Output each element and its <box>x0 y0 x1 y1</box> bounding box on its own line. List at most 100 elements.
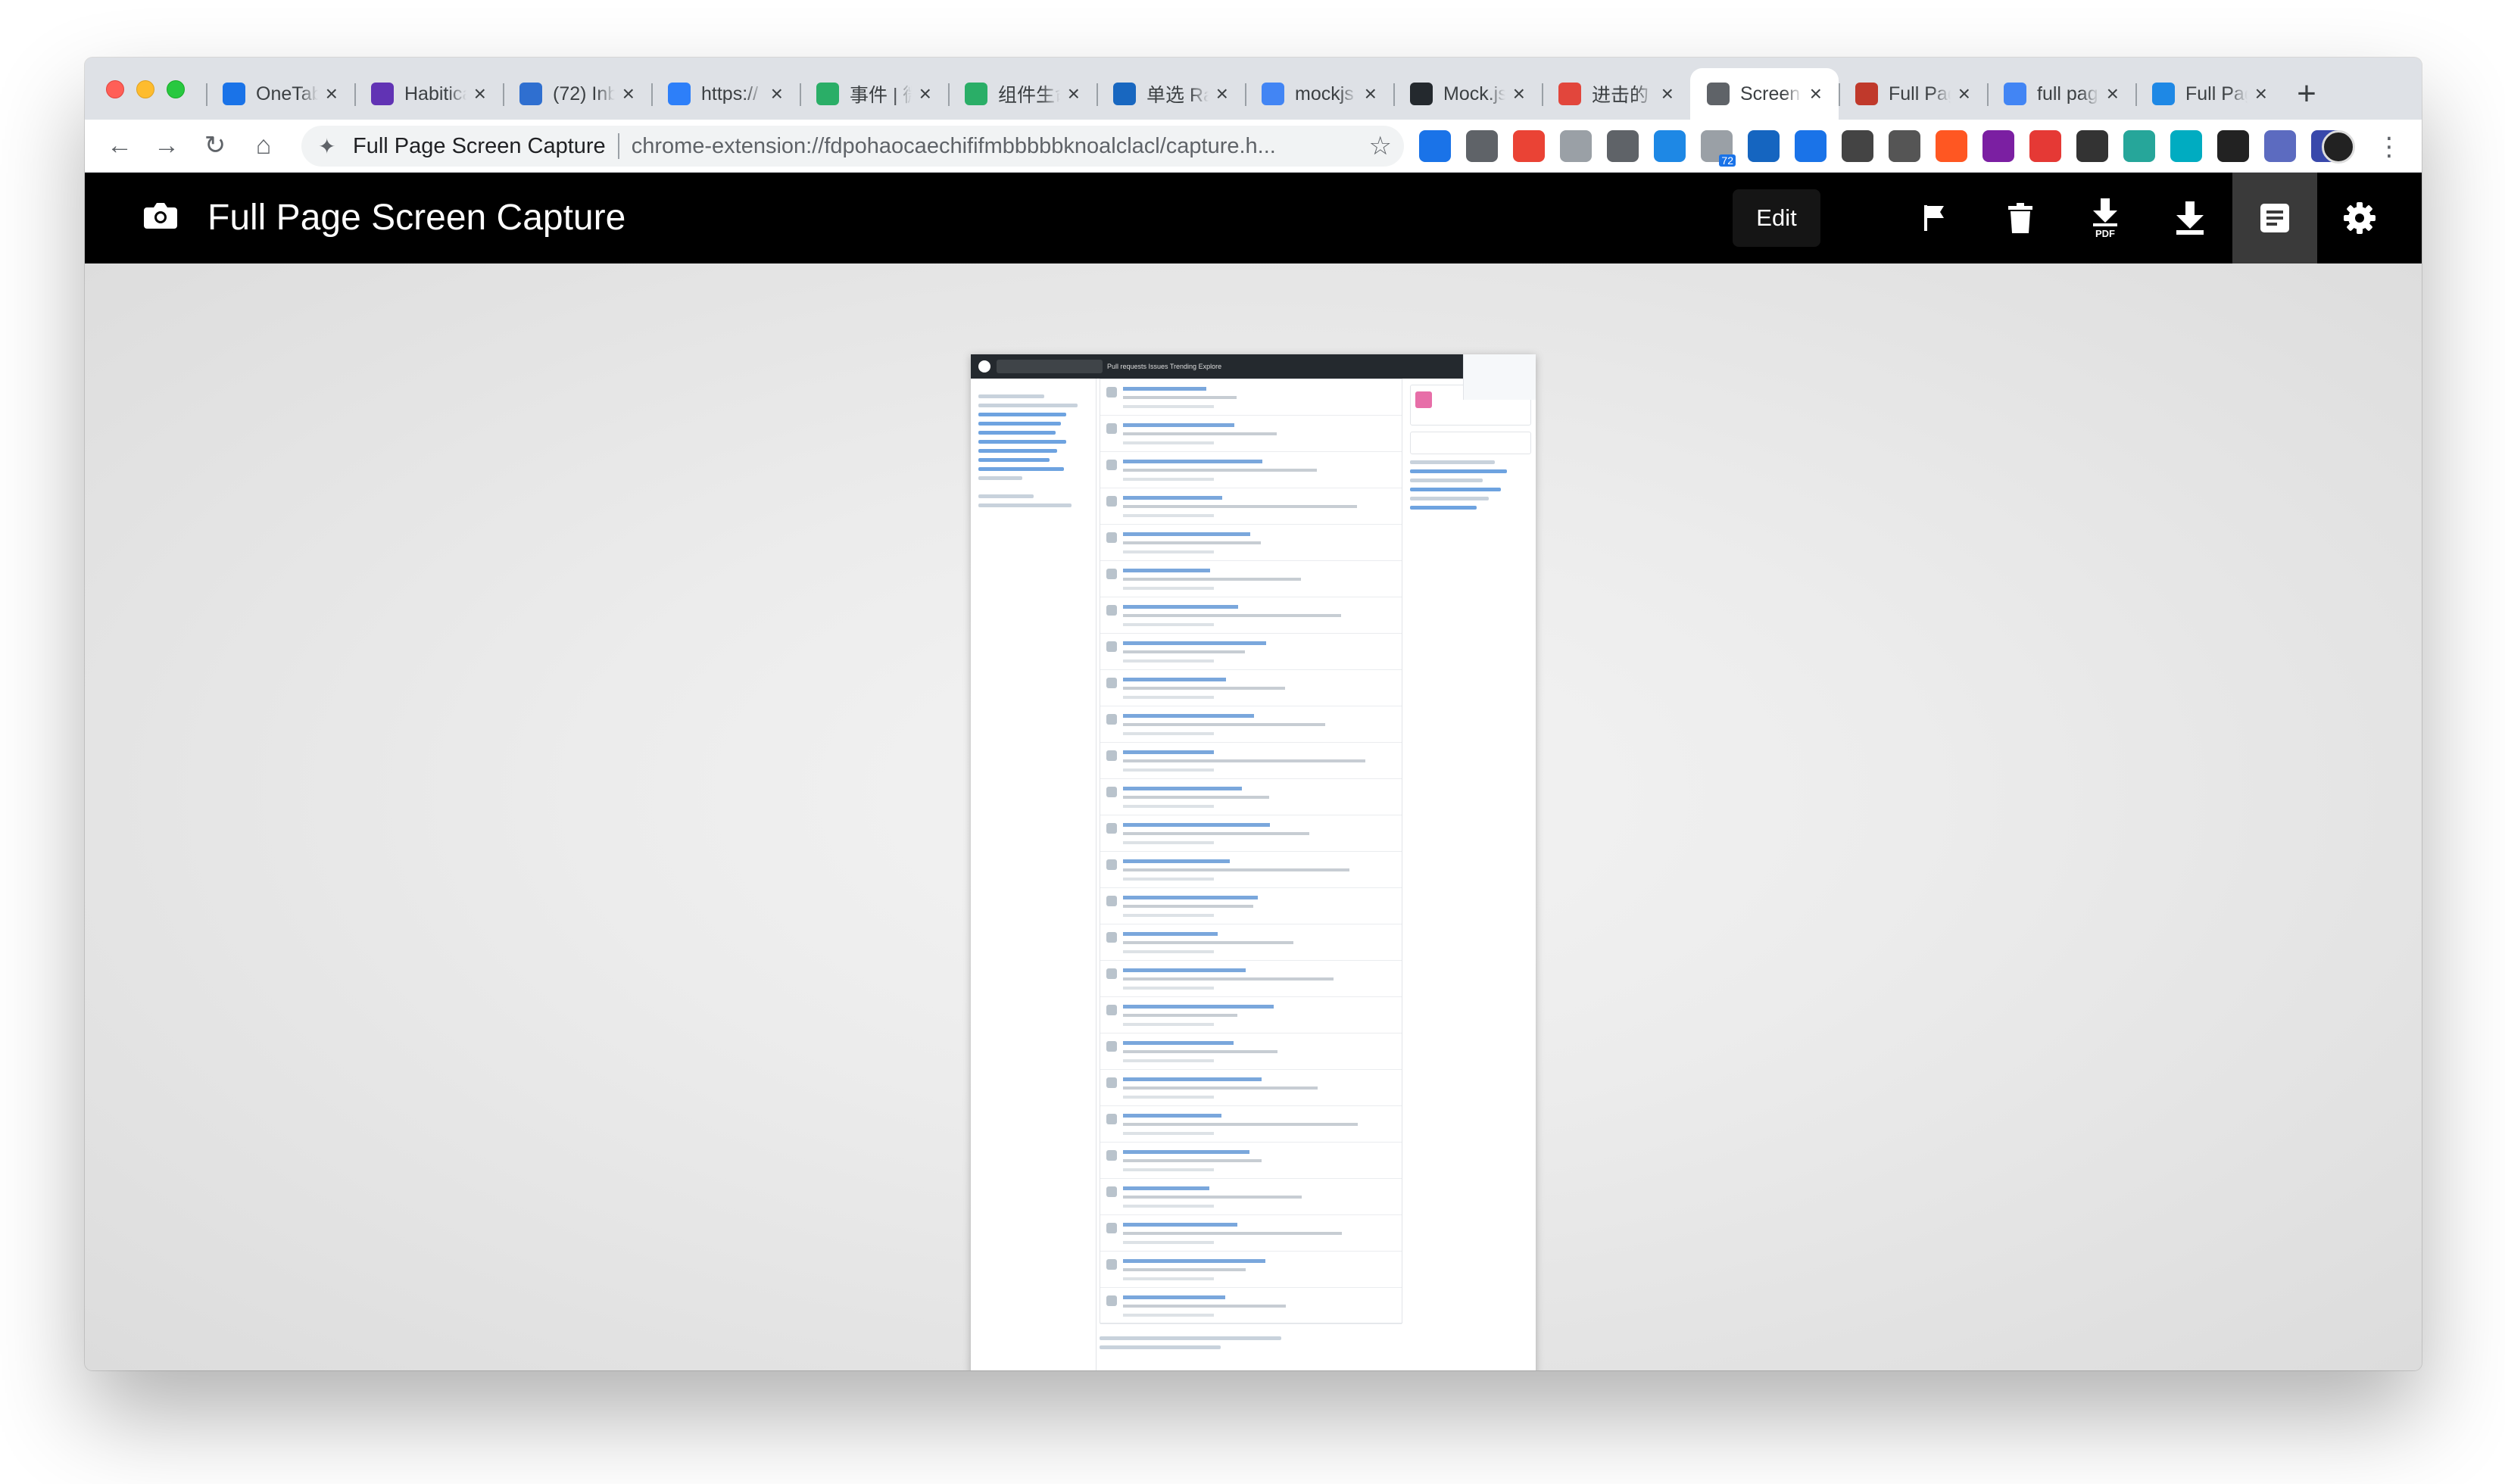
extension-icon[interactable] <box>1466 130 1498 162</box>
browser-tab[interactable]: 事件 | 微信 × <box>800 68 948 120</box>
edit-button[interactable]: Edit <box>1733 189 1820 247</box>
close-tab-icon[interactable]: × <box>1365 82 1377 106</box>
preview-line <box>978 467 1065 471</box>
close-tab-icon[interactable]: × <box>474 82 486 106</box>
close-tab-icon[interactable]: × <box>771 82 783 106</box>
browser-tab[interactable]: 单选 Radio × <box>1097 68 1245 120</box>
pdf-download-icon: PDF <box>2093 198 2117 238</box>
close-tab-icon[interactable]: × <box>1661 82 1674 106</box>
extension-icon[interactable] <box>1513 130 1545 162</box>
extension-icon[interactable] <box>1748 130 1780 162</box>
extension-icon[interactable] <box>1936 130 1967 162</box>
extension-icon[interactable] <box>1560 130 1592 162</box>
close-tab-icon[interactable]: × <box>919 82 931 106</box>
browser-tab[interactable]: full page × <box>1987 68 2135 120</box>
extension-icon[interactable] <box>2076 130 2108 162</box>
extensions-area: 72 <box>1419 130 2343 167</box>
browser-tab[interactable]: OneTab × <box>206 68 354 120</box>
preview-feed-item <box>1100 852 1402 888</box>
tab-title: 进击的 <box>1592 85 1649 106</box>
profile-avatar[interactable] <box>2322 130 2355 164</box>
tab-separator <box>948 83 950 106</box>
extension-icon[interactable] <box>2123 130 2155 162</box>
reload-button[interactable]: ↻ <box>200 130 230 161</box>
url-text[interactable]: chrome-extension://fdpohaocaechififmbbbb… <box>632 134 1275 159</box>
preview-line <box>978 404 1078 407</box>
close-tab-icon[interactable]: × <box>1068 82 1080 106</box>
extension-icon[interactable] <box>1795 130 1826 162</box>
extension-icon[interactable] <box>1607 130 1639 162</box>
preview-line <box>978 413 1066 416</box>
flag-button[interactable] <box>1893 173 1978 263</box>
preview-feed-item <box>1100 1143 1402 1179</box>
download-pdf-button[interactable]: PDF <box>2063 173 2148 263</box>
close-tab-icon[interactable]: × <box>2255 82 2267 106</box>
browser-menu-icon[interactable]: ⋮ <box>2376 132 2402 162</box>
google-icon <box>2004 83 2026 105</box>
preview-feed-item <box>1100 452 1402 488</box>
bookmark-star-icon[interactable]: ☆ <box>1369 131 1392 161</box>
preview-feed-item <box>1100 779 1402 815</box>
browser-tab[interactable]: Mock.js × <box>1393 68 1542 120</box>
close-tab-icon[interactable]: × <box>1216 82 1228 106</box>
preview-feed-item <box>1100 670 1402 706</box>
extension-icon[interactable] <box>1842 130 1873 162</box>
home-button[interactable]: ⌂ <box>248 130 279 161</box>
view-list-button[interactable] <box>2232 173 2317 263</box>
extension-icon[interactable] <box>2264 130 2296 162</box>
address-bar[interactable]: ✦ Full Page Screen Capture chrome-extens… <box>301 126 1404 167</box>
tab-title: Mock.js <box>1443 83 1505 104</box>
close-tab-icon[interactable]: × <box>1513 82 1525 106</box>
browser-tab[interactable]: 组件生命周期 × <box>948 68 1097 120</box>
delete-button[interactable] <box>1978 173 2063 263</box>
browser-tab[interactable]: Screen × <box>1690 68 1839 120</box>
fullscreen-window-button[interactable] <box>167 80 185 98</box>
close-tab-icon[interactable]: × <box>1810 82 1822 106</box>
close-tab-icon[interactable]: × <box>326 82 338 106</box>
new-tab-button[interactable]: + <box>2284 68 2329 120</box>
close-tab-icon[interactable]: × <box>2107 82 2119 106</box>
browser-tab[interactable]: Full Page × <box>2135 68 2284 120</box>
browser-tab[interactable]: 进击的 × <box>1542 68 1690 120</box>
preview-line <box>978 476 1022 480</box>
download-icon <box>2176 201 2204 235</box>
camera-icon <box>1707 83 1730 105</box>
preview-feed-item <box>1100 997 1402 1034</box>
back-button[interactable]: ← <box>105 130 135 161</box>
browser-tab[interactable]: Full Page × <box>1839 68 1987 120</box>
tab-separator <box>354 83 356 106</box>
extension-icon[interactable] <box>1889 130 1920 162</box>
tab-separator <box>1839 83 1840 106</box>
browser-tab[interactable]: mockjs × <box>1245 68 1393 120</box>
download-image-button[interactable] <box>2148 173 2232 263</box>
settings-button[interactable] <box>2317 173 2402 263</box>
extension-icon[interactable] <box>1419 130 1451 162</box>
pdf-label: PDF <box>2095 228 2115 238</box>
tab-separator <box>503 83 504 106</box>
browser-tab[interactable]: https:// × <box>651 68 800 120</box>
forward-button[interactable]: → <box>151 130 182 161</box>
tab-title: (72) Inbox <box>553 83 615 104</box>
capture-viewer: Pull requests Issues Trending Explore <box>85 263 2422 1370</box>
close-tab-icon[interactable]: × <box>622 82 635 106</box>
app-title: Full Page Screen Capture <box>207 198 626 238</box>
minimize-window-button[interactable] <box>136 80 154 98</box>
google-icon <box>1262 83 1284 105</box>
preview-line <box>978 494 1034 498</box>
tab-title: OneTab <box>256 83 318 104</box>
close-tab-icon[interactable]: × <box>1958 82 1970 106</box>
wechat-icon <box>816 83 839 105</box>
extension-icon[interactable] <box>2029 130 2061 162</box>
extension-icon[interactable] <box>1982 130 2014 162</box>
extension-icon[interactable] <box>2217 130 2249 162</box>
preview-feed-item <box>1100 961 1402 997</box>
browser-tab[interactable]: (72) Inbox × <box>503 68 651 120</box>
captured-page-preview[interactable]: Pull requests Issues Trending Explore <box>971 354 1536 1370</box>
preview-right-sidebar <box>1410 379 1531 681</box>
extension-icon[interactable] <box>2170 130 2202 162</box>
close-window-button[interactable] <box>106 80 124 98</box>
extension-icon[interactable] <box>1654 130 1686 162</box>
extension-icon[interactable]: 72 <box>1701 130 1736 167</box>
browser-tab[interactable]: Habitica × <box>354 68 503 120</box>
preview-line <box>978 458 1050 462</box>
